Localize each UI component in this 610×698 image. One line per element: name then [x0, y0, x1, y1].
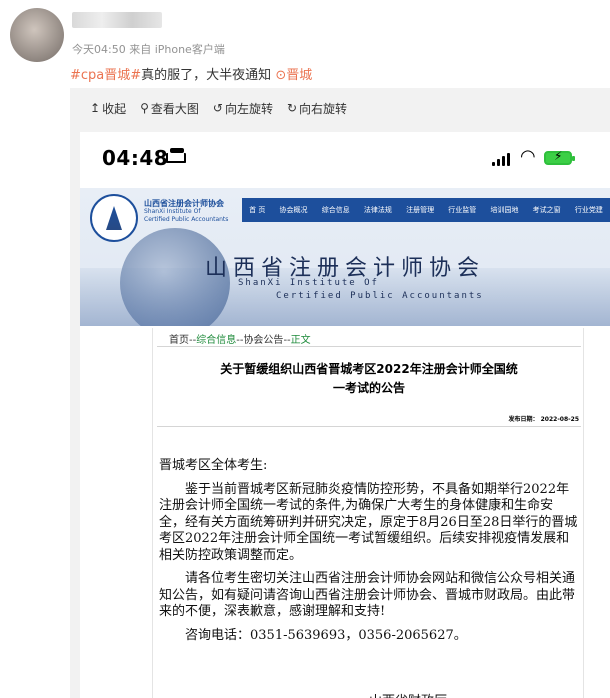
- rotate-right-icon: ↻: [286, 101, 298, 115]
- crumb-info[interactable]: 综合信息: [196, 335, 236, 346]
- nav-laws[interactable]: 法律法规: [364, 205, 392, 215]
- view-large-label: 查看大图: [150, 101, 199, 116]
- wifi-icon: ◠: [520, 146, 536, 167]
- collapse-label: 收起: [102, 101, 127, 116]
- crumb-body[interactable]: 正文: [291, 335, 311, 346]
- collapse-button[interactable]: ↥ 收起: [90, 100, 126, 117]
- publish-date: 发布日期： 2022-08-25: [508, 416, 579, 423]
- nav-home[interactable]: 首 页: [249, 205, 265, 215]
- logo-english-line1: ShanXi Institute Of: [144, 208, 201, 215]
- article-title-line2: 一考试的公告: [332, 381, 405, 395]
- site-banner-en2: Certified Public Accountants: [276, 291, 484, 301]
- post-text: #cpa晋城#真的服了，大半夜通知 ⊙晋城: [70, 64, 312, 83]
- nav-supervision[interactable]: 行业监管: [448, 205, 476, 215]
- avatar[interactable]: [10, 8, 64, 62]
- status-time: 04:48: [102, 146, 169, 170]
- association-logo-icon: [90, 194, 138, 242]
- location-link[interactable]: ⊙晋城: [275, 68, 312, 83]
- site-header: 山西省注册会计师协会 ShanXi Institute Of Certified…: [80, 188, 610, 326]
- image-viewer: ↥ 收起 ⚲ 查看大图 ↺ 向左旋转 ↻ 向右旋转 04:48 ◠ ⚡ 山西省注册会计师…: [70, 88, 610, 698]
- battery-charging-icon: ⚡: [544, 149, 575, 165]
- phone-screenshot[interactable]: 04:48 ◠ ⚡ 山西省注册会计师协会 ShanXi Institute Of…: [80, 132, 610, 698]
- rotate-left-label: 向左旋转: [224, 101, 273, 116]
- status-bar: 04:48 ◠ ⚡: [80, 132, 610, 182]
- view-large-button[interactable]: ⚲ 查看大图: [140, 100, 199, 117]
- signal-icon: [492, 152, 510, 166]
- logo-english-line2: Certified Public Accountants: [144, 216, 229, 223]
- divider: [157, 346, 581, 347]
- post-body: 真的服了，大半夜通知: [141, 68, 272, 83]
- article-body: 晋城考区全体考生: 鉴于当前晋城考区新冠肺炎疫情防控形势，不具备如期举行2022…: [159, 458, 579, 644]
- search-icon: ⚲: [140, 101, 149, 115]
- rotate-left-icon: ↺: [212, 101, 223, 115]
- collapse-icon: ↥: [90, 101, 101, 115]
- nav-training[interactable]: 培训园地: [490, 205, 518, 215]
- breadcrumb: 首页--综合信息--协会公告--正文: [169, 331, 311, 346]
- rotate-right-label: 向右旋转: [299, 101, 348, 116]
- site-banner-en1: ShanXi Institute Of: [238, 278, 379, 288]
- post-meta: 今天04:50 来自 iPhone客户端: [72, 43, 225, 56]
- username-blurred[interactable]: [72, 12, 162, 28]
- image-toolbar: ↥ 收起 ⚲ 查看大图 ↺ 向左旋转 ↻ 向右旋转: [70, 88, 610, 128]
- hashtag-link[interactable]: #cpa晋城#: [70, 68, 141, 83]
- nav-info[interactable]: 综合信息: [322, 205, 350, 215]
- divider: [157, 426, 581, 427]
- site-nav: 首 页 协会概况 综合信息 法律法规 注册管理 行业监管 培训园地 考试之窗 行…: [242, 198, 610, 222]
- article-title: 关于暂缓组织山西省晋城考区2022年注册会计师全国统 一考试的公告: [153, 360, 585, 398]
- article-title-line1: 关于暂缓组织山西省晋城考区2022年注册会计师全国统: [220, 362, 518, 376]
- crumb-notice[interactable]: 协会公告: [243, 335, 283, 346]
- sleep-mode-icon: [166, 148, 186, 163]
- paragraph-2: 请各位考生密切关注山西省注册会计师协会网站和微信公众号相关通知公告，如有疑问请咨…: [159, 571, 576, 619]
- nav-registration[interactable]: 注册管理: [406, 205, 434, 215]
- rotate-left-button[interactable]: ↺ 向左旋转: [213, 100, 273, 117]
- salutation: 晋城考区全体考生:: [159, 458, 268, 473]
- crumb-sep: --: [283, 335, 291, 346]
- nav-overview[interactable]: 协会概况: [280, 205, 308, 215]
- signature-finance-dept: 山西省财政厅: [369, 690, 447, 698]
- nav-party[interactable]: 行业党建: [575, 205, 603, 215]
- crumb-home[interactable]: 首页: [169, 335, 189, 346]
- article-panel: 首页--综合信息--协会公告--正文 关于暂缓组织山西省晋城考区2022年注册会…: [152, 328, 584, 698]
- rotate-right-button[interactable]: ↻ 向右旋转: [287, 100, 347, 117]
- nav-exam[interactable]: 考试之窗: [533, 205, 561, 215]
- paragraph-1: 鉴于当前晋城考区新冠肺炎疫情防控形势，不具备如期举行2022年注册会计师全国统一…: [159, 481, 578, 563]
- location-pin-icon: ⊙: [275, 68, 287, 83]
- contact-phone: 咨询电话：0351-5639693，0356-2065627。: [185, 627, 467, 643]
- location-label: 晋城: [286, 68, 313, 83]
